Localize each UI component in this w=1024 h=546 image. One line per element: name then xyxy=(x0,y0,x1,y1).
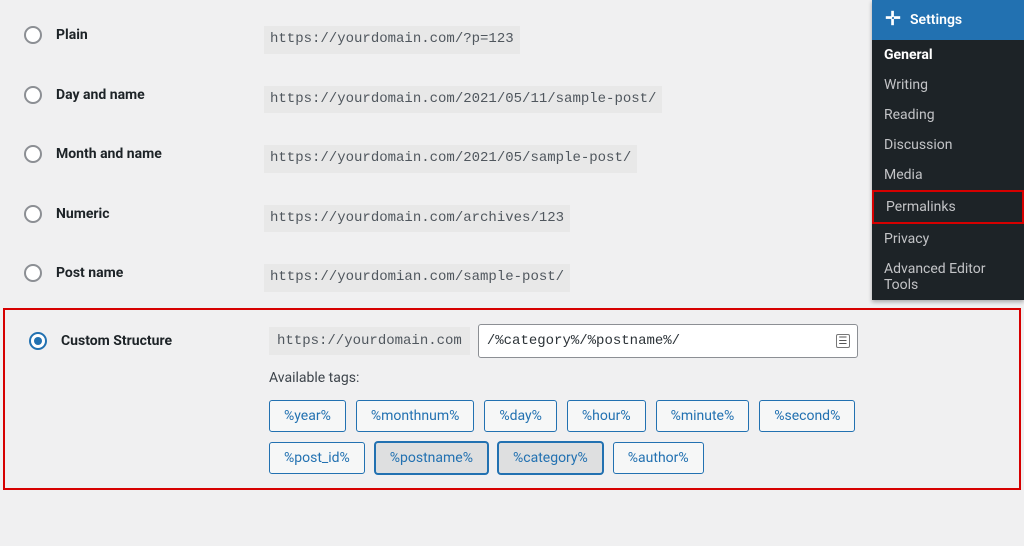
sidebar-item-privacy[interactable]: Privacy xyxy=(872,224,1024,254)
tag-day-button[interactable]: %day% xyxy=(484,400,557,432)
radio-icon xyxy=(24,264,42,282)
option-label: Custom Structure xyxy=(61,333,172,349)
sidebar-item-reading[interactable]: Reading xyxy=(872,100,1024,130)
radio-icon xyxy=(24,86,42,104)
available-tags-label: Available tags: xyxy=(269,370,1019,386)
settings-submenu: Settings General Writing Reading Discuss… xyxy=(872,0,1024,300)
radio-icon xyxy=(24,26,42,44)
url-sample: https://yourdomain.com/?p=123 xyxy=(264,26,520,54)
tag-buttons-container: %year% %monthnum% %day% %hour% %minute% … xyxy=(269,400,949,474)
settings-icon xyxy=(884,9,902,31)
tag-author-button[interactable]: %author% xyxy=(613,442,704,474)
custom-structure-input[interactable] xyxy=(478,324,858,358)
option-label: Month and name xyxy=(56,146,162,162)
option-label: Day and name xyxy=(56,87,145,103)
option-label: Post name xyxy=(56,265,123,281)
radio-icon xyxy=(29,332,47,350)
radio-option-postname[interactable]: Post name xyxy=(24,264,264,282)
url-sample: https://yourdomain.com/archives/123 xyxy=(264,205,570,233)
url-sample: https://yourdomian.com/sample-post/ xyxy=(264,264,570,292)
sidebar-item-media[interactable]: Media xyxy=(872,160,1024,190)
url-sample: https://yourdomain.com/2021/05/11/sample… xyxy=(264,86,662,114)
radio-option-custom[interactable]: Custom Structure xyxy=(29,332,269,350)
url-sample: https://yourdomain.com/2021/05/sample-po… xyxy=(264,145,637,173)
radio-option-month[interactable]: Month and name xyxy=(24,145,264,163)
radio-option-dayname[interactable]: Day and name xyxy=(24,86,264,104)
sidebar-header-label: Settings xyxy=(910,12,962,28)
sidebar-item-writing[interactable]: Writing xyxy=(872,70,1024,100)
sidebar-header-settings[interactable]: Settings xyxy=(872,0,1024,40)
option-row-month: Month and name https://yourdomain.com/20… xyxy=(0,129,1024,189)
tag-second-button[interactable]: %second% xyxy=(759,400,855,432)
option-label: Plain xyxy=(56,27,88,43)
sidebar-item-discussion[interactable]: Discussion xyxy=(872,130,1024,160)
tag-minute-button[interactable]: %minute% xyxy=(656,400,750,432)
tag-postname-button[interactable]: %postname% xyxy=(375,442,488,474)
option-row-numeric: Numeric https://yourdomain.com/archives/… xyxy=(0,189,1024,249)
option-row-custom: Custom Structure https://yourdomain.com … xyxy=(3,308,1021,490)
radio-option-numeric[interactable]: Numeric xyxy=(24,205,264,223)
tag-category-button[interactable]: %category% xyxy=(498,442,603,474)
tag-hour-button[interactable]: %hour% xyxy=(567,400,646,432)
radio-icon xyxy=(24,205,42,223)
sidebar-item-advanced-editor-tools[interactable]: Advanced Editor Tools xyxy=(872,254,1024,300)
tag-monthnum-button[interactable]: %monthnum% xyxy=(356,400,475,432)
permalink-settings-form: Plain https://yourdomain.com/?p=123 Day … xyxy=(0,0,1024,490)
radio-icon xyxy=(24,145,42,163)
option-row-postname: Post name https://yourdomian.com/sample-… xyxy=(0,248,1024,308)
tag-postid-button[interactable]: %post_id% xyxy=(269,442,365,474)
option-row-plain: Plain https://yourdomain.com/?p=123 xyxy=(0,10,1024,70)
sidebar-item-general[interactable]: General xyxy=(872,40,1024,70)
custom-url-prefix: https://yourdomain.com xyxy=(269,327,470,355)
tag-year-button[interactable]: %year% xyxy=(269,400,346,432)
radio-option-plain[interactable]: Plain xyxy=(24,26,264,44)
sidebar-item-permalinks[interactable]: Permalinks xyxy=(872,190,1024,224)
option-label: Numeric xyxy=(56,206,110,222)
option-row-dayname: Day and name https://yourdomain.com/2021… xyxy=(0,70,1024,130)
